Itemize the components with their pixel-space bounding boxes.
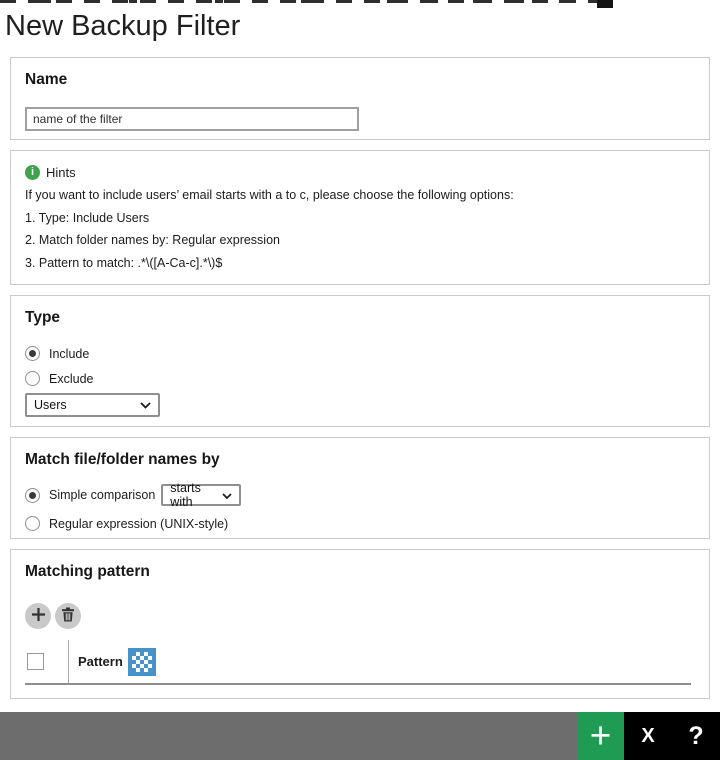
hint-line: 1. Type: Include Users: [25, 210, 150, 225]
hint-line: If you want to include users’ email star…: [25, 188, 514, 202]
comparison-select[interactable]: starts with: [161, 481, 242, 509]
checkered-pattern-icon: [127, 647, 156, 676]
radio-selected-icon: [25, 346, 40, 361]
radio-exclude[interactable]: Exclude: [25, 371, 695, 386]
type-target-select[interactable]: Users: [25, 393, 160, 417]
plus-icon: [31, 607, 46, 625]
match-section-heading: Match file/folder names by: [25, 451, 220, 468]
simple-comparison-label: Simple comparison: [49, 488, 156, 502]
chevron-down-icon: [222, 488, 232, 502]
radio-include[interactable]: Include: [25, 346, 695, 361]
chevron-down-icon: [140, 398, 151, 412]
radio-unselected-icon: [25, 516, 40, 531]
pattern-table-header-row: Pattern: [25, 640, 691, 685]
comparison-select-value: starts with: [170, 481, 201, 509]
radio-exclude-label: Exclude: [49, 371, 94, 386]
footer-bar: + X ?: [0, 712, 720, 760]
radio-unselected-icon: [25, 371, 40, 386]
name-section-heading: Name: [25, 71, 68, 88]
form-sections: Name i Hints If you want to include user…: [0, 57, 720, 699]
hint-line: 2. Match folder names by: Regular expres…: [25, 233, 280, 247]
footer-add-button[interactable]: +: [577, 712, 624, 760]
hint-line: 3. Pattern to match: .*\([A-Ca-c].*\)$: [25, 255, 223, 270]
info-icon: i: [25, 165, 40, 180]
add-pattern-button[interactable]: [25, 603, 51, 629]
pattern-column-header: Pattern: [78, 654, 123, 669]
radio-simple-comparison[interactable]: [25, 487, 40, 503]
clipped-content-strip: [0, 0, 612, 3]
pattern-toolbar: [25, 603, 695, 629]
radio-include-label: Include: [49, 346, 90, 361]
hints-header: i Hints: [25, 165, 695, 180]
type-section-heading: Type: [25, 309, 61, 326]
type-section: Type Include Exclude Users: [10, 295, 710, 427]
radio-selected-icon: [25, 487, 40, 503]
select-all-checkbox[interactable]: [27, 653, 44, 670]
filter-name-input[interactable]: [25, 107, 359, 131]
trash-icon: [61, 607, 75, 625]
name-section: Name: [10, 57, 710, 140]
match-names-section: Match file/folder names by Simple compar…: [10, 437, 710, 539]
matching-pattern-section: Matching pattern Pattern: [10, 549, 710, 699]
regular-expression-label: Regular expression (UNIX-style): [49, 516, 229, 531]
clipped-content-block: [597, 0, 613, 8]
column-divider: [68, 640, 69, 683]
hints-heading: Hints: [46, 165, 76, 180]
footer-black-group: X ?: [624, 712, 720, 760]
type-target-select-value: Users: [34, 398, 67, 412]
matching-pattern-heading: Matching pattern: [25, 563, 150, 580]
footer-close-button[interactable]: X: [633, 712, 663, 760]
footer-help-button[interactable]: ?: [681, 712, 711, 760]
hints-section: i Hints If you want to include users’ em…: [10, 150, 710, 285]
radio-regular-expression[interactable]: Regular expression (UNIX-style): [25, 516, 695, 531]
delete-pattern-button[interactable]: [55, 603, 81, 629]
